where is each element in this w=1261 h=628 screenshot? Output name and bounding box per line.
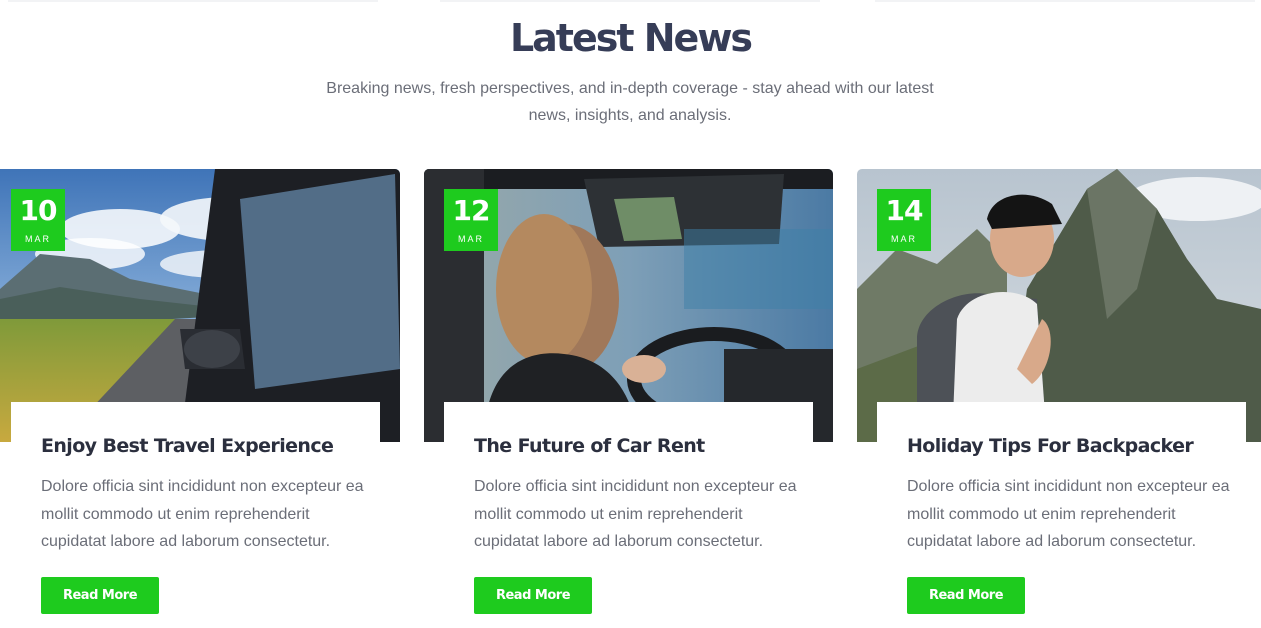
section-title: Latest News bbox=[509, 16, 753, 60]
card-title[interactable]: Holiday Tips For Backpacker bbox=[907, 435, 1216, 457]
card-title[interactable]: The Future of Car Rent bbox=[474, 435, 783, 457]
date-badge: 10 MAR bbox=[11, 189, 65, 251]
card-excerpt: Dolore officia sint incididunt non excep… bbox=[907, 478, 1230, 550]
section-subtitle: Breaking news, fresh perspectives, and i… bbox=[326, 80, 934, 124]
date-day: 14 bbox=[885, 194, 924, 227]
read-more-button[interactable]: Read More bbox=[41, 576, 159, 614]
date-month: MAR bbox=[891, 234, 917, 244]
card-body: Enjoy Best Travel Experience Dolore offi… bbox=[11, 402, 380, 628]
card-body: Holiday Tips For Backpacker Dolore offic… bbox=[877, 402, 1246, 628]
date-day: 10 bbox=[19, 194, 58, 227]
date-badge: 14 MAR bbox=[877, 189, 931, 251]
date-badge: 12 MAR bbox=[444, 189, 498, 251]
date-month: MAR bbox=[458, 234, 484, 244]
news-card: 10 MAR Enjoy Best Travel Experience Dolo… bbox=[0, 169, 400, 628]
read-more-button[interactable]: Read More bbox=[474, 576, 592, 614]
top-divider bbox=[0, 0, 1261, 2]
read-more-button[interactable]: Read More bbox=[907, 576, 1025, 614]
card-title[interactable]: Enjoy Best Travel Experience bbox=[41, 435, 350, 457]
news-card: 14 MAR Holiday Tips For Backpacker Dolor… bbox=[857, 169, 1261, 628]
card-excerpt: Dolore officia sint incididunt non excep… bbox=[474, 478, 797, 550]
card-excerpt: Dolore officia sint incididunt non excep… bbox=[41, 478, 364, 550]
date-day: 12 bbox=[452, 194, 491, 227]
card-body: The Future of Car Rent Dolore officia si… bbox=[444, 402, 813, 628]
date-month: MAR bbox=[25, 234, 51, 244]
news-card: 12 MAR The Future of Car Rent Dolore off… bbox=[424, 169, 833, 628]
